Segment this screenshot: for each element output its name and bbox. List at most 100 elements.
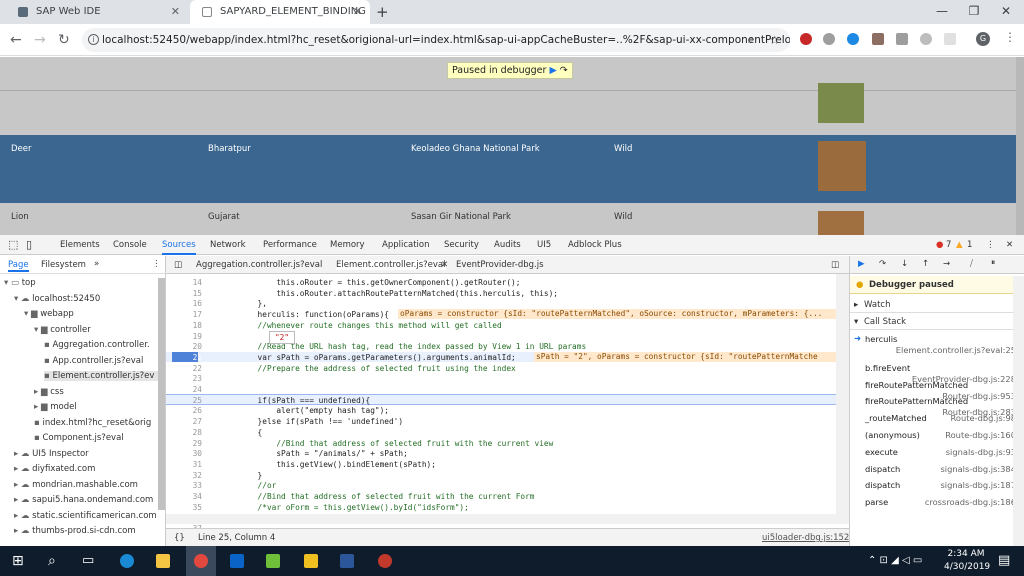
tree-item[interactable]: ▾ ☁ localhost:52450 bbox=[14, 294, 100, 304]
app-icon[interactable] bbox=[304, 554, 318, 568]
step-into-icon[interactable]: ↓ bbox=[901, 259, 908, 269]
close-file-icon[interactable]: ✕ bbox=[441, 260, 448, 270]
tree-item[interactable]: ▪ App.controller.js?eval bbox=[44, 356, 143, 366]
line-number[interactable]: 30 bbox=[172, 449, 202, 458]
restore-icon[interactable]: ❐ bbox=[958, 0, 990, 24]
stack-frame-function[interactable]: dispatch bbox=[865, 480, 900, 490]
resume-icon[interactable]: ▶︎ bbox=[549, 65, 556, 76]
toggle-debugger-icon[interactable]: ◫ bbox=[831, 260, 839, 270]
tree-item[interactable]: ▸ ☁ mondrian.mashable.com bbox=[14, 480, 138, 490]
line-number[interactable]: 25 bbox=[172, 396, 202, 405]
tree-item[interactable]: ▸ ☁ sapui5.hana.ondemand.com bbox=[14, 495, 153, 505]
tree-item[interactable]: ▪ Aggregation.controller. bbox=[44, 340, 150, 350]
menu-kebab-icon[interactable]: ⋮ bbox=[986, 235, 995, 255]
tab-ui5[interactable]: UI5 bbox=[537, 235, 551, 255]
tab-adblock-plus[interactable]: Adblock Plus bbox=[568, 235, 622, 255]
pretty-print-icon[interactable]: {} bbox=[174, 533, 185, 543]
browser-tab-sap-web-ide[interactable]: SAP Web IDE ✕ bbox=[6, 0, 188, 24]
tree-item[interactable]: ▸ ☁ static.scientificamerican.com bbox=[14, 511, 157, 521]
stack-frame-function[interactable]: dispatch bbox=[865, 464, 900, 474]
step-over-icon[interactable]: ↷ bbox=[879, 259, 886, 269]
extension-icon[interactable] bbox=[896, 33, 908, 45]
tree-item[interactable]: ▪ index.html?hc_reset&orig bbox=[34, 418, 151, 428]
line-number[interactable]: 29 bbox=[172, 439, 202, 448]
line-number[interactable]: 17 bbox=[172, 310, 202, 319]
line-number[interactable]: 23 bbox=[172, 374, 202, 383]
address-bar[interactable]: i localhost:52450/webapp/index.html?hc_re… bbox=[82, 28, 790, 52]
scrollbar[interactable] bbox=[158, 278, 165, 510]
extension-icon[interactable] bbox=[944, 33, 956, 45]
tree-item[interactable]: ▸ ☁ UI5 Inspector bbox=[14, 449, 89, 459]
warning-icon[interactable]: ▲ bbox=[956, 235, 963, 255]
tab-network[interactable]: Network bbox=[210, 235, 246, 255]
horizontal-scrollbar[interactable] bbox=[166, 514, 849, 524]
scrollbar[interactable] bbox=[1013, 276, 1024, 546]
stack-frame-function[interactable]: fireRoutePatternMatched bbox=[865, 396, 968, 406]
tab-security[interactable]: Security bbox=[444, 235, 479, 255]
source-link[interactable]: ui5loader-dbg.js:1522 bbox=[762, 533, 855, 543]
table-row[interactable]: Lion Gujarat Sasan Gir National Park Wil… bbox=[0, 205, 1024, 235]
line-number[interactable]: 19 bbox=[172, 332, 202, 341]
stack-frame-location[interactable]: signals-dbg.js:93 bbox=[946, 447, 1016, 457]
line-number[interactable]: 28 bbox=[172, 428, 202, 437]
line-number[interactable]: 33 bbox=[172, 481, 202, 490]
line-number[interactable]: 14 bbox=[172, 278, 202, 287]
close-tab-icon[interactable]: ✕ bbox=[353, 0, 362, 24]
tab-memory[interactable]: Memory bbox=[330, 235, 365, 255]
stack-frame-function[interactable]: execute bbox=[865, 447, 898, 457]
inspect-icon[interactable]: ⬚ bbox=[8, 235, 18, 255]
stack-frame-location[interactable]: Element.controller.js?eval:25 bbox=[896, 345, 1016, 355]
stack-frame-location[interactable]: Route-dbg.js:98 bbox=[951, 413, 1017, 423]
file-tab[interactable]: Aggregation.controller.js?eval bbox=[196, 260, 322, 270]
task-view-icon[interactable]: ▭ bbox=[82, 553, 94, 568]
stack-frame-function[interactable]: fireRoutePatternMatched bbox=[865, 380, 968, 390]
reload-icon[interactable]: ↻ bbox=[58, 32, 70, 48]
tree-item[interactable]: ▸ ☁ diyfixated.com bbox=[14, 464, 95, 474]
line-number[interactable]: 18 bbox=[172, 321, 202, 330]
file-tab-active[interactable]: Element.controller.js?eval bbox=[336, 260, 446, 270]
stack-frame-function[interactable]: parse bbox=[865, 497, 888, 507]
line-number[interactable]: 34 bbox=[172, 492, 202, 501]
browser-tab-sapyard[interactable]: SAPYARD_ELEMENT_BINDING ✕ bbox=[190, 0, 370, 24]
stack-frame-function[interactable]: b.fireEvent bbox=[865, 363, 910, 373]
line-number[interactable]: 16 bbox=[172, 299, 202, 308]
line-number[interactable]: 21 bbox=[172, 353, 202, 362]
file-tab[interactable]: EventProvider-dbg.js bbox=[456, 260, 544, 270]
table-row[interactable]: Deer Bharatpur Keoladeo Ghana National P… bbox=[0, 135, 1024, 203]
menu-kebab-icon[interactable]: ⋮ bbox=[1004, 30, 1016, 44]
stack-frame-function[interactable]: _routeMatched bbox=[865, 413, 927, 423]
chrome-icon[interactable] bbox=[194, 554, 208, 568]
step-out-icon[interactable]: ↑ bbox=[922, 259, 929, 269]
outlook-icon[interactable] bbox=[230, 554, 244, 568]
menu-kebab-icon[interactable]: ⋮ bbox=[152, 259, 161, 269]
resume-icon[interactable]: ▶ bbox=[858, 259, 865, 269]
back-icon[interactable]: ← bbox=[10, 32, 22, 48]
watch-section[interactable]: Watch bbox=[864, 300, 890, 310]
line-number[interactable]: 32 bbox=[172, 471, 202, 480]
tree-item[interactable]: ▸ ▆ css bbox=[34, 387, 64, 397]
tree-item[interactable]: ▪ Element.controller.js?ev bbox=[44, 371, 158, 381]
tree-item[interactable]: ▾ ▭ top bbox=[4, 278, 36, 288]
close-window-icon[interactable]: ✕ bbox=[990, 0, 1022, 24]
bookmark-star-icon[interactable]: ☆ bbox=[769, 32, 780, 48]
tree-item[interactable]: ▸ ☁ thumbs-prod.si-cdn.com bbox=[14, 526, 136, 536]
file-explorer-icon[interactable] bbox=[156, 554, 170, 568]
notification-icon[interactable]: ▤ bbox=[998, 553, 1010, 568]
watch-expand-icon[interactable]: ▸ bbox=[854, 300, 858, 310]
close-tab-icon[interactable]: ✕ bbox=[171, 0, 180, 24]
app-icon[interactable] bbox=[378, 554, 392, 568]
tree-item[interactable]: ▸ ▆ model bbox=[34, 402, 77, 412]
stack-frame-function[interactable]: (anonymous) bbox=[865, 430, 920, 440]
clock-date[interactable]: 4/30/2019 bbox=[944, 562, 990, 572]
tree-item[interactable]: ▾ ▆ webapp bbox=[24, 309, 74, 319]
line-number[interactable]: 22 bbox=[172, 364, 202, 373]
tree-item[interactable]: ▾ ▆ controller bbox=[34, 325, 91, 335]
close-devtools-icon[interactable]: ✕ bbox=[1006, 235, 1013, 255]
adblock-extension-icon[interactable] bbox=[800, 33, 812, 45]
pause-on-exceptions-icon[interactable]: ⏸ bbox=[991, 258, 995, 268]
profile-avatar[interactable]: G bbox=[976, 32, 990, 46]
clock-time[interactable]: 2:34 AM bbox=[944, 549, 988, 559]
new-tab-button[interactable]: + bbox=[376, 3, 389, 21]
stack-frame-location[interactable]: signals-dbg.js:384 bbox=[940, 464, 1016, 474]
tab-audits[interactable]: Audits bbox=[494, 235, 521, 255]
